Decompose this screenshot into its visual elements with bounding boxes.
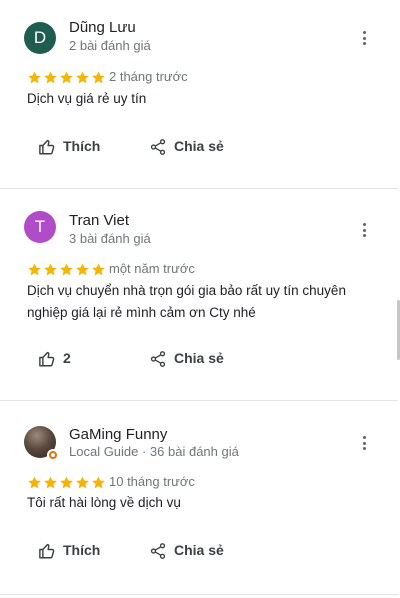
- like-button[interactable]: Thích: [38, 136, 108, 158]
- thumb-up-icon: [39, 543, 55, 559]
- review-time: 2 tháng trước: [109, 69, 188, 85]
- review-time: 10 tháng trước: [109, 474, 195, 490]
- review-count: 3 bài đánh giá: [69, 231, 151, 246]
- rating-row: 10 tháng trước: [27, 474, 195, 490]
- star-rating: [27, 70, 107, 86]
- reviewer-name[interactable]: Tran Viet: [69, 212, 129, 229]
- star-icon: [28, 263, 41, 276]
- star-icon: [92, 263, 105, 276]
- avatar[interactable]: D: [24, 22, 56, 54]
- star-icon: [44, 263, 57, 276]
- star-icon: [44, 476, 57, 489]
- star-icon: [44, 71, 57, 84]
- star-icon: [60, 71, 73, 84]
- review-card: GaMing Funny Local Guide · 36 bài đánh g…: [0, 401, 398, 594]
- star-rating: [27, 262, 107, 278]
- review-time: một năm trước: [109, 261, 195, 277]
- share-label: Chia sẻ: [174, 542, 224, 558]
- like-count: 2: [63, 350, 71, 366]
- star-icon: [28, 476, 41, 489]
- rating-row: 2 tháng trước: [27, 69, 188, 85]
- star-icon: [60, 263, 73, 276]
- star-icon: [76, 71, 89, 84]
- share-button[interactable]: Chia sẻ: [149, 136, 229, 158]
- share-icon: [150, 139, 166, 155]
- share-label: Chia sẻ: [174, 350, 224, 366]
- star-icon: [76, 263, 89, 276]
- divider: [0, 594, 398, 595]
- review-card: D Dũng Lưu 2 bài đánh giá 2 tháng trước …: [0, 0, 398, 188]
- star-icon: [76, 476, 89, 489]
- thumb-up-icon: [39, 351, 55, 367]
- share-button[interactable]: Chia sẻ: [149, 348, 229, 370]
- review-count: 2 bài đánh giá: [69, 38, 151, 53]
- review-text: Dịch vụ giá rẻ uy tín: [27, 91, 147, 106]
- share-icon: [150, 351, 166, 367]
- local-guide-badge-icon: [47, 449, 59, 461]
- reviewer-name[interactable]: GaMing Funny: [69, 426, 167, 443]
- star-rating: [27, 475, 107, 491]
- review-card: T Tran Viet 3 bài đánh giá một năm trước…: [0, 189, 398, 400]
- thumb-up-icon: [39, 139, 55, 155]
- reviewer-meta: Local Guide · 36 bài đánh giá: [69, 444, 239, 459]
- more-vert-icon[interactable]: [356, 28, 372, 48]
- more-vert-icon[interactable]: [356, 433, 372, 453]
- share-icon: [150, 543, 166, 559]
- avatar[interactable]: T: [24, 211, 56, 243]
- avatar[interactable]: [24, 426, 59, 461]
- share-label: Chia sẻ: [174, 138, 224, 154]
- reviewer-name[interactable]: Dũng Lưu: [69, 19, 136, 36]
- star-icon: [92, 476, 105, 489]
- share-button[interactable]: Chia sẻ: [149, 540, 229, 562]
- review-text: Dịch vụ chuyển nhà trọn gói gia bảo rất …: [27, 283, 346, 320]
- like-button[interactable]: 2: [38, 348, 98, 370]
- like-label: Thích: [63, 138, 101, 154]
- more-vert-icon[interactable]: [356, 220, 372, 240]
- star-icon: [60, 476, 73, 489]
- review-text: Tôi rất hài lòng về dịch vụ: [27, 495, 181, 510]
- star-icon: [92, 71, 105, 84]
- star-icon: [28, 71, 41, 84]
- like-button[interactable]: Thích: [38, 540, 108, 562]
- rating-row: một năm trước: [27, 261, 195, 277]
- like-label: Thích: [63, 542, 101, 558]
